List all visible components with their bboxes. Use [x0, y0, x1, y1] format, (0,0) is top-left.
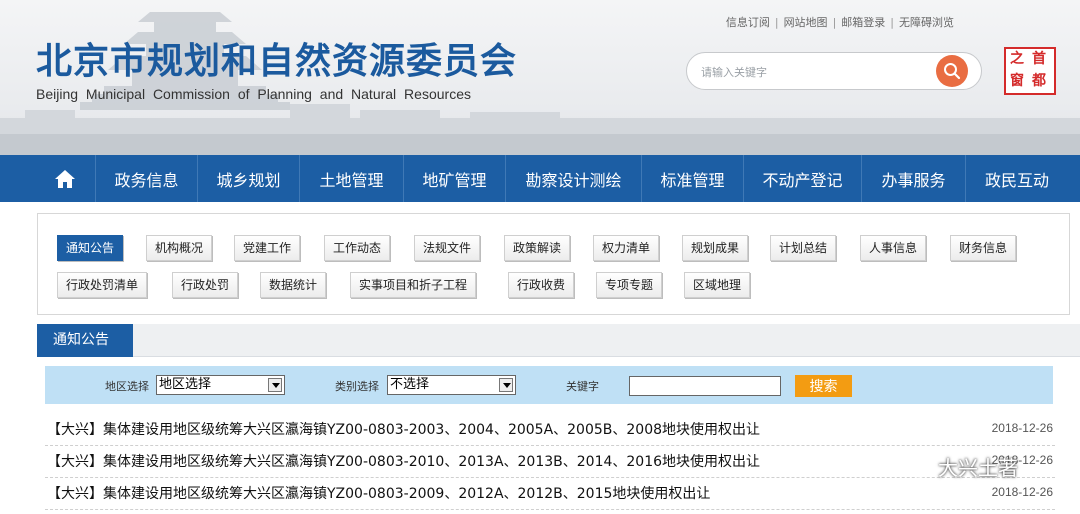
top-links: 信息订阅 | 网站地图 | 邮箱登录 | 无障碍浏览 [725, 16, 954, 29]
header-search-button[interactable] [936, 55, 968, 87]
keyword-input[interactable] [629, 376, 781, 396]
header-search-input[interactable] [701, 62, 921, 82]
list-item-date: 2018-12-26 [991, 421, 1053, 435]
category-penalty-list[interactable]: 行政处罚清单 [57, 272, 148, 298]
list-item-title[interactable]: 【大兴】集体建设用地区级统筹大兴区瀛海镇YZ00-0803-2010、2013A… [47, 451, 760, 471]
toplink-sitemap[interactable]: 网站地图 [784, 16, 828, 29]
site-title-cn: 北京市规划和自然资源委员会 [36, 41, 518, 82]
toplink-subscribe[interactable]: 信息订阅 [726, 16, 770, 29]
keyword-label: 关键字 [566, 380, 599, 393]
nav-item-gov-info[interactable]: 政务信息 [96, 155, 198, 202]
category-policy-interpretation[interactable]: 政策解读 [504, 235, 571, 261]
seal-char: 首 [1032, 51, 1046, 67]
main-nav: 政务信息 城乡规划 土地管理 地矿管理 勘察设计测绘 标准管理 不动产登记 办事… [0, 155, 1080, 202]
nav-home[interactable] [34, 155, 96, 202]
seal-char: 之 [1010, 51, 1024, 67]
search-icon [944, 63, 961, 80]
site-title-en: Beijing Municipal Commission of Planning… [36, 86, 471, 102]
category-finance[interactable]: 财务信息 [950, 235, 1017, 261]
category-penalty[interactable]: 行政处罚 [172, 272, 239, 298]
nav-item-mineral-management[interactable]: 地矿管理 [404, 155, 506, 202]
list-item[interactable]: 【大兴】集体建设用地区级统筹大兴区瀛海镇YZ00-0803-2003、2004、… [45, 414, 1055, 446]
category-key-projects[interactable]: 实事项目和折子工程 [350, 272, 477, 298]
category-special-topics[interactable]: 专项专题 [596, 272, 663, 298]
chevron-down-icon [499, 378, 513, 392]
region-select[interactable]: 地区选择 [156, 375, 285, 395]
list-item-title[interactable]: 【大兴】集体建设用地区级统筹大兴区瀛海镇YZ00-0803-2009、2012A… [47, 483, 710, 503]
category-work-news[interactable]: 工作动态 [324, 235, 391, 261]
category-party-building[interactable]: 党建工作 [234, 235, 301, 261]
region-select-value: 地区选择 [159, 377, 212, 392]
category-personnel[interactable]: 人事信息 [860, 235, 927, 261]
category-panel: 通知公告 机构概况 党建工作 工作动态 法规文件 政策解读 权力清单 规划成果 … [37, 213, 1070, 315]
category-notice[interactable]: 通知公告 [57, 235, 124, 261]
nav-item-survey-design[interactable]: 勘察设计测绘 [506, 155, 642, 202]
category-plan-summary[interactable]: 计划总结 [770, 235, 837, 261]
toplink-mail-login[interactable]: 邮箱登录 [841, 16, 885, 29]
category-statistics[interactable]: 数据统计 [260, 272, 327, 298]
chevron-down-icon [268, 378, 282, 392]
list-item-title[interactable]: 【大兴】集体建设用地区级统筹大兴区瀛海镇YZ00-0803-2003、2004、… [47, 419, 760, 439]
site-brand[interactable]: 北京市规划和自然资源委员会 Beijing Municipal Commissi… [36, 41, 518, 103]
type-filter-label: 类别选择 [335, 380, 379, 393]
nav-item-standards[interactable]: 标准管理 [642, 155, 744, 202]
home-icon [54, 169, 75, 188]
toplink-accessibility[interactable]: 无障碍浏览 [899, 16, 954, 29]
category-org-overview[interactable]: 机构概况 [146, 235, 213, 261]
capital-window-seal[interactable]: 之 首 窗 都 [1004, 47, 1056, 95]
region-filter-label: 地区选择 [105, 380, 149, 393]
filter-bar: 地区选择 地区选择 类别选择 不选择 关键字 搜索 [45, 366, 1053, 404]
type-select[interactable]: 不选择 [387, 375, 516, 395]
wechat-icon [899, 453, 930, 478]
nav-item-urban-planning[interactable]: 城乡规划 [198, 155, 300, 202]
nav-item-land-management[interactable]: 土地管理 [300, 155, 404, 202]
category-planning-results[interactable]: 规划成果 [682, 235, 749, 261]
nav-item-real-estate[interactable]: 不动产登记 [744, 155, 862, 202]
category-regulations[interactable]: 法规文件 [414, 235, 481, 261]
filter-search-button[interactable]: 搜索 [795, 375, 852, 397]
category-power-list[interactable]: 权力清单 [593, 235, 660, 261]
section-tabbar: 通知公告 [37, 324, 1080, 357]
category-admin-fees[interactable]: 行政收费 [508, 272, 575, 298]
list-item-date: 2018-12-26 [991, 485, 1053, 499]
category-regional-geography[interactable]: 区域地理 [684, 272, 751, 298]
nav-item-services[interactable]: 办事服务 [862, 155, 966, 202]
nav-item-interaction[interactable]: 政民互动 [966, 155, 1068, 202]
wechat-watermark: 大兴土著 [898, 448, 1018, 484]
site-header: 北京市规划和自然资源委员会 Beijing Municipal Commissi… [0, 0, 1080, 155]
watermark-text: 大兴土著 [938, 455, 1018, 480]
header-search [686, 52, 982, 90]
type-select-value: 不选择 [390, 377, 430, 392]
seal-char: 都 [1032, 73, 1046, 89]
tab-notice[interactable]: 通知公告 [37, 324, 133, 357]
seal-char: 窗 [1010, 73, 1024, 89]
